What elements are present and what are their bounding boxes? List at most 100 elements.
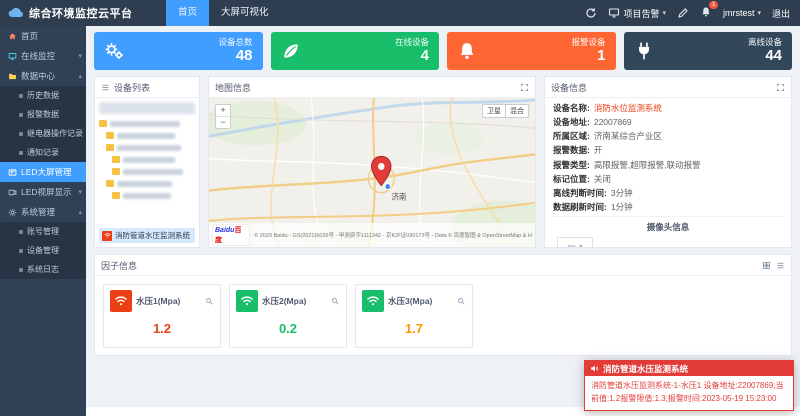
sidebar-item-notification-records[interactable]: 通知记录 bbox=[0, 143, 86, 162]
plug-icon bbox=[634, 41, 654, 61]
factor-card-pressure-1[interactable]: 水压1(Mpa) 1.2 bbox=[103, 284, 221, 348]
device-info-body: 设备名称: 消防水位监测系统 设备地址: 22007869 所属区域: 济南某综… bbox=[545, 98, 791, 247]
nav-home[interactable]: 首页 bbox=[166, 0, 209, 26]
sidebar-item-led-screen-management[interactable]: LED大屏管理 bbox=[0, 162, 86, 182]
nav-bigscreen[interactable]: 大屏可视化 bbox=[209, 0, 281, 26]
stat-card-online-devices: 在线设备 4 bbox=[271, 32, 440, 70]
tree-item-blurred[interactable] bbox=[99, 144, 195, 151]
device-tree[interactable]: 消防管道水压监测系统 bbox=[95, 98, 199, 247]
hybrid-button[interactable]: 混合 bbox=[506, 104, 529, 118]
chevron-down-icon: ▾ bbox=[662, 9, 666, 17]
bullet-icon bbox=[19, 249, 23, 253]
bullet-icon bbox=[19, 268, 23, 272]
satellite-button[interactable]: 卫星 bbox=[482, 104, 506, 118]
sidebar-item-account-management[interactable]: 账号管理 bbox=[0, 222, 86, 241]
tree-item-blurred[interactable] bbox=[99, 180, 195, 187]
tree-item-blurred[interactable] bbox=[99, 192, 195, 199]
sidebar-item-label: 系统日志 bbox=[27, 264, 59, 275]
grid-view-icon[interactable] bbox=[762, 261, 771, 270]
map-header: 地图信息 bbox=[209, 77, 535, 98]
info-row-refresh-time: 数据刷新时间: 1分钟 bbox=[553, 202, 783, 213]
logout-button[interactable]: 退出 bbox=[772, 7, 790, 20]
sidebar-item-alarm-data[interactable]: 报警数据 bbox=[0, 105, 86, 124]
edit-icon[interactable] bbox=[677, 7, 689, 19]
factor-name: 水压2(Mpa) bbox=[262, 295, 306, 307]
info-row-device-name: 设备名称: 消防水位监测系统 bbox=[553, 103, 783, 114]
stat-label: 在线设备 bbox=[395, 37, 429, 47]
user-dropdown[interactable]: jmrstest ▾ bbox=[723, 8, 761, 18]
monitor-icon bbox=[8, 52, 17, 61]
panel-title: 设备列表 bbox=[114, 81, 150, 94]
device-tree-item-active[interactable]: 消防管道水压监测系统 bbox=[99, 228, 195, 243]
sidebar-item-online-monitoring[interactable]: 在线监控 ▾ bbox=[0, 46, 86, 66]
map-panel: 地图信息 bbox=[208, 76, 536, 248]
bullet-icon bbox=[19, 230, 23, 234]
chevron-down-icon: ▾ bbox=[757, 9, 761, 17]
sidebar-item-relay-records[interactable]: 继电器操作记录 bbox=[0, 124, 86, 143]
navbar-right: 项目告警 ▾ 1 jmrstest ▾ 退出 bbox=[585, 6, 800, 20]
sidebar-item-label: 历史数据 bbox=[27, 90, 59, 101]
refresh-icon[interactable] bbox=[585, 7, 597, 19]
panel-title: 地图信息 bbox=[215, 81, 251, 94]
magnifier-icon[interactable] bbox=[457, 297, 466, 306]
tree-item-blurred[interactable] bbox=[99, 120, 195, 127]
sidebar-item-label: 通知记录 bbox=[27, 147, 59, 158]
led-screen-icon bbox=[8, 168, 17, 177]
stats-row: 设备总数 48 在线设备 4 报警设备 1 bbox=[94, 32, 792, 70]
tree-item-blurred[interactable] bbox=[99, 132, 195, 139]
camera-channel-button[interactable]: 1 bbox=[557, 237, 593, 247]
picture-icon bbox=[567, 244, 576, 248]
project-alarm-dropdown[interactable]: 项目告警 ▾ bbox=[608, 7, 666, 20]
speaker-icon bbox=[590, 364, 599, 373]
signal-icon bbox=[362, 290, 384, 312]
tree-item-blurred[interactable] bbox=[99, 168, 195, 175]
app-root: 综合环境监控云平台 首页 大屏可视化 项目告警 ▾ 1 bbox=[0, 0, 800, 416]
chevron-up-icon: ▴ bbox=[78, 72, 82, 80]
tree-item-blurred[interactable] bbox=[99, 156, 195, 163]
zoom-out-button[interactable]: − bbox=[216, 117, 230, 128]
info-row-alarm-data: 报警数据: 开 bbox=[553, 145, 783, 156]
sidebar-item-history-data[interactable]: 历史数据 bbox=[0, 86, 86, 105]
brand: 综合环境监控云平台 bbox=[0, 5, 166, 21]
map-zoom-control: + − bbox=[215, 104, 231, 129]
alarm-popup[interactable]: 消防管道水压监测系统 消防管道水压监测系统-1-水压1 设备地址:2200786… bbox=[584, 360, 794, 411]
magnifier-icon[interactable] bbox=[205, 297, 214, 306]
panel-title: 因子信息 bbox=[101, 259, 137, 272]
camera-info-section-title: 摄像头信息 bbox=[553, 216, 783, 233]
list-view-icon[interactable] bbox=[776, 261, 785, 270]
baidu-map[interactable]: 济南 + − 卫星 混合 Baidu百度 © 2023 Baidu - GS(2… bbox=[209, 98, 535, 247]
sidebar-item-system-management[interactable]: 系统管理 ▴ bbox=[0, 202, 86, 222]
expand-icon[interactable] bbox=[520, 83, 529, 92]
sidebar-item-home[interactable]: 首页 bbox=[0, 26, 86, 46]
sidebar-item-label: 账号管理 bbox=[27, 226, 59, 237]
notification-bell[interactable]: 1 bbox=[700, 6, 712, 20]
info-row-region: 所属区域: 济南某综合产业区 bbox=[553, 131, 783, 142]
stat-card-total-devices: 设备总数 48 bbox=[94, 32, 263, 70]
signal-icon bbox=[236, 290, 258, 312]
sidebar-item-device-management[interactable]: 设备管理 bbox=[0, 241, 86, 260]
bullet-icon bbox=[19, 94, 23, 98]
bullet-icon bbox=[19, 132, 23, 136]
chevron-up-icon: ▴ bbox=[78, 208, 82, 216]
factor-card-pressure-2[interactable]: 水压2(Mpa) 0.2 bbox=[229, 284, 347, 348]
sidebar-item-led-video-display[interactable]: LED视屏显示 ▾ bbox=[0, 182, 86, 202]
map-dot-marker[interactable] bbox=[385, 184, 391, 190]
sidebar-item-data-center[interactable]: 数据中心 ▴ bbox=[0, 66, 86, 86]
factor-card-pressure-3[interactable]: 水压3(Mpa) 1.7 bbox=[355, 284, 473, 348]
zoom-in-button[interactable]: + bbox=[216, 105, 230, 117]
bullet-icon bbox=[19, 151, 23, 155]
magnifier-icon[interactable] bbox=[331, 297, 340, 306]
alarm-popup-title: 消防管道水压监测系统 bbox=[603, 363, 688, 375]
sidebar-item-label: 数据中心 bbox=[21, 70, 55, 82]
screen-icon bbox=[608, 7, 620, 19]
app-title: 综合环境监控云平台 bbox=[29, 5, 133, 21]
notification-badge: 1 bbox=[709, 1, 718, 9]
factor-value: 1.7 bbox=[362, 321, 466, 336]
bell-icon bbox=[457, 41, 477, 61]
folder-icon bbox=[112, 192, 120, 199]
middle-row: 设备列表 消防管道水压监测系统 bbox=[94, 76, 792, 248]
factor-name: 水压3(Mpa) bbox=[388, 295, 432, 307]
sidebar-item-system-logs[interactable]: 系统日志 bbox=[0, 260, 86, 279]
sidebar: 首页 在线监控 ▾ 数据中心 ▴ 历史数据 报警数据 继电器操作记录 通知记录 bbox=[0, 26, 86, 416]
expand-icon[interactable] bbox=[776, 83, 785, 92]
